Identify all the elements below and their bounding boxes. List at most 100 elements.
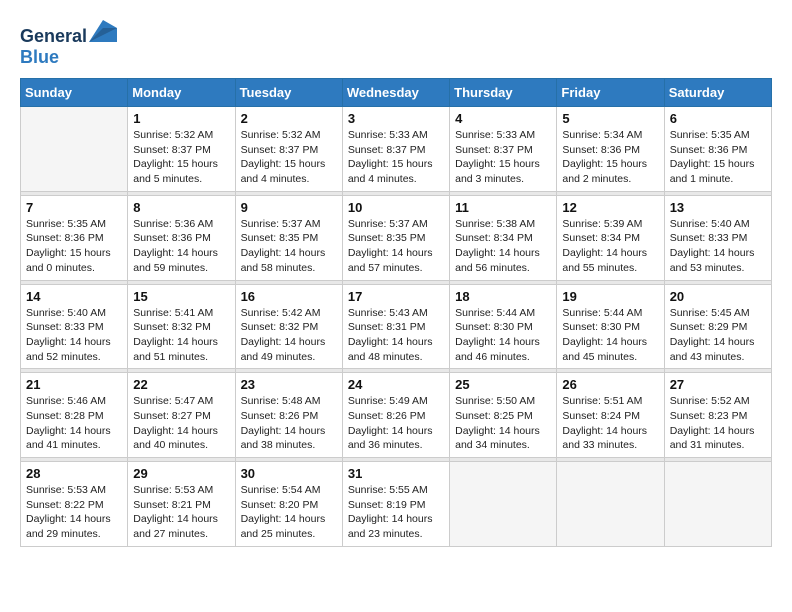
day-info: Sunrise: 5:49 AM Sunset: 8:26 PM Dayligh… (348, 394, 444, 453)
calendar-cell: 3 Sunrise: 5:33 AM Sunset: 8:37 PM Daylig… (342, 107, 449, 192)
day-info: Sunrise: 5:37 AM Sunset: 8:35 PM Dayligh… (241, 217, 337, 276)
day-number: 24 (348, 377, 444, 392)
day-number: 27 (670, 377, 766, 392)
day-number: 4 (455, 111, 551, 126)
col-header-tuesday: Tuesday (235, 79, 342, 107)
day-number: 18 (455, 289, 551, 304)
day-number: 7 (26, 200, 122, 215)
calendar-cell: 25 Sunrise: 5:50 AM Sunset: 8:25 PM Dayli… (450, 373, 557, 458)
day-info: Sunrise: 5:33 AM Sunset: 8:37 PM Dayligh… (455, 128, 551, 187)
col-header-friday: Friday (557, 79, 664, 107)
day-number: 22 (133, 377, 229, 392)
calendar-table: SundayMondayTuesdayWednesdayThursdayFrid… (20, 78, 772, 547)
calendar-week-row: 1 Sunrise: 5:32 AM Sunset: 8:37 PM Daylig… (21, 107, 772, 192)
day-info: Sunrise: 5:40 AM Sunset: 8:33 PM Dayligh… (26, 306, 122, 365)
day-info: Sunrise: 5:52 AM Sunset: 8:23 PM Dayligh… (670, 394, 766, 453)
day-info: Sunrise: 5:44 AM Sunset: 8:30 PM Dayligh… (455, 306, 551, 365)
calendar-cell: 27 Sunrise: 5:52 AM Sunset: 8:23 PM Dayli… (664, 373, 771, 458)
day-info: Sunrise: 5:44 AM Sunset: 8:30 PM Dayligh… (562, 306, 658, 365)
calendar-cell: 29 Sunrise: 5:53 AM Sunset: 8:21 PM Dayli… (128, 462, 235, 547)
day-info: Sunrise: 5:32 AM Sunset: 8:37 PM Dayligh… (133, 128, 229, 187)
logo-general: General (20, 26, 87, 46)
day-number: 8 (133, 200, 229, 215)
day-info: Sunrise: 5:36 AM Sunset: 8:36 PM Dayligh… (133, 217, 229, 276)
calendar-cell: 22 Sunrise: 5:47 AM Sunset: 8:27 PM Dayli… (128, 373, 235, 458)
calendar-cell: 9 Sunrise: 5:37 AM Sunset: 8:35 PM Daylig… (235, 195, 342, 280)
calendar-cell: 30 Sunrise: 5:54 AM Sunset: 8:20 PM Dayli… (235, 462, 342, 547)
day-info: Sunrise: 5:47 AM Sunset: 8:27 PM Dayligh… (133, 394, 229, 453)
calendar-cell (450, 462, 557, 547)
day-number: 26 (562, 377, 658, 392)
calendar-cell: 2Sunrise: 5:32 AM Sunset: 8:37 PM Daylig… (235, 107, 342, 192)
calendar-cell: 7 Sunrise: 5:35 AM Sunset: 8:36 PM Daylig… (21, 195, 128, 280)
day-number: 12 (562, 200, 658, 215)
day-number: 31 (348, 466, 444, 481)
calendar-cell: 6Sunrise: 5:35 AM Sunset: 8:36 PM Daylig… (664, 107, 771, 192)
day-info: Sunrise: 5:45 AM Sunset: 8:29 PM Dayligh… (670, 306, 766, 365)
day-number: 25 (455, 377, 551, 392)
col-header-sunday: Sunday (21, 79, 128, 107)
day-info: Sunrise: 5:48 AM Sunset: 8:26 PM Dayligh… (241, 394, 337, 453)
day-number: 17 (348, 289, 444, 304)
calendar-cell: 11 Sunrise: 5:38 AM Sunset: 8:34 PM Dayli… (450, 195, 557, 280)
day-info: Sunrise: 5:46 AM Sunset: 8:28 PM Dayligh… (26, 394, 122, 453)
calendar-cell (664, 462, 771, 547)
day-info: Sunrise: 5:34 AM Sunset: 8:36 PM Dayligh… (562, 128, 658, 187)
logo: General Blue (20, 20, 117, 68)
day-number: 29 (133, 466, 229, 481)
day-info: Sunrise: 5:55 AM Sunset: 8:19 PM Dayligh… (348, 483, 444, 542)
day-info: Sunrise: 5:42 AM Sunset: 8:32 PM Dayligh… (241, 306, 337, 365)
day-info: Sunrise: 5:54 AM Sunset: 8:20 PM Dayligh… (241, 483, 337, 542)
calendar-cell (21, 107, 128, 192)
calendar-cell: 10Sunrise: 5:37 AM Sunset: 8:35 PM Dayli… (342, 195, 449, 280)
calendar-header-row: SundayMondayTuesdayWednesdayThursdayFrid… (21, 79, 772, 107)
logo-text: General Blue (20, 20, 117, 68)
calendar-cell: 12 Sunrise: 5:39 AM Sunset: 8:34 PM Dayli… (557, 195, 664, 280)
calendar-week-row: 7 Sunrise: 5:35 AM Sunset: 8:36 PM Daylig… (21, 195, 772, 280)
day-number: 3 (348, 111, 444, 126)
day-number: 28 (26, 466, 122, 481)
calendar-cell: 19 Sunrise: 5:44 AM Sunset: 8:30 PM Dayli… (557, 284, 664, 369)
calendar-cell: 26 Sunrise: 5:51 AM Sunset: 8:24 PM Dayli… (557, 373, 664, 458)
calendar-week-row: 21 Sunrise: 5:46 AM Sunset: 8:28 PM Dayli… (21, 373, 772, 458)
day-info: Sunrise: 5:50 AM Sunset: 8:25 PM Dayligh… (455, 394, 551, 453)
logo-icon (89, 20, 117, 42)
col-header-monday: Monday (128, 79, 235, 107)
calendar-cell: 5 Sunrise: 5:34 AM Sunset: 8:36 PM Daylig… (557, 107, 664, 192)
day-info: Sunrise: 5:33 AM Sunset: 8:37 PM Dayligh… (348, 128, 444, 187)
day-info: Sunrise: 5:40 AM Sunset: 8:33 PM Dayligh… (670, 217, 766, 276)
day-number: 5 (562, 111, 658, 126)
day-number: 19 (562, 289, 658, 304)
calendar-cell: 18 Sunrise: 5:44 AM Sunset: 8:30 PM Dayli… (450, 284, 557, 369)
calendar-cell: 23Sunrise: 5:48 AM Sunset: 8:26 PM Dayli… (235, 373, 342, 458)
day-info: Sunrise: 5:51 AM Sunset: 8:24 PM Dayligh… (562, 394, 658, 453)
calendar-week-row: 28Sunrise: 5:53 AM Sunset: 8:22 PM Dayli… (21, 462, 772, 547)
day-number: 14 (26, 289, 122, 304)
day-number: 9 (241, 200, 337, 215)
col-header-thursday: Thursday (450, 79, 557, 107)
day-info: Sunrise: 5:41 AM Sunset: 8:32 PM Dayligh… (133, 306, 229, 365)
calendar-cell: 14 Sunrise: 5:40 AM Sunset: 8:33 PM Dayli… (21, 284, 128, 369)
logo-blue: Blue (20, 47, 59, 67)
day-info: Sunrise: 5:39 AM Sunset: 8:34 PM Dayligh… (562, 217, 658, 276)
day-number: 30 (241, 466, 337, 481)
calendar-cell: 28Sunrise: 5:53 AM Sunset: 8:22 PM Dayli… (21, 462, 128, 547)
day-number: 21 (26, 377, 122, 392)
day-number: 15 (133, 289, 229, 304)
calendar-week-row: 14 Sunrise: 5:40 AM Sunset: 8:33 PM Dayli… (21, 284, 772, 369)
calendar-cell: 15 Sunrise: 5:41 AM Sunset: 8:32 PM Dayli… (128, 284, 235, 369)
day-info: Sunrise: 5:38 AM Sunset: 8:34 PM Dayligh… (455, 217, 551, 276)
day-info: Sunrise: 5:53 AM Sunset: 8:21 PM Dayligh… (133, 483, 229, 542)
calendar-cell: 31 Sunrise: 5:55 AM Sunset: 8:19 PM Dayli… (342, 462, 449, 547)
calendar-cell: 4 Sunrise: 5:33 AM Sunset: 8:37 PM Daylig… (450, 107, 557, 192)
calendar-cell: 24 Sunrise: 5:49 AM Sunset: 8:26 PM Dayli… (342, 373, 449, 458)
day-number: 20 (670, 289, 766, 304)
day-info: Sunrise: 5:35 AM Sunset: 8:36 PM Dayligh… (26, 217, 122, 276)
day-number: 11 (455, 200, 551, 215)
calendar-cell: 20 Sunrise: 5:45 AM Sunset: 8:29 PM Dayli… (664, 284, 771, 369)
calendar-cell: 8 Sunrise: 5:36 AM Sunset: 8:36 PM Daylig… (128, 195, 235, 280)
day-number: 1 (133, 111, 229, 126)
calendar-cell (557, 462, 664, 547)
calendar-cell: 21 Sunrise: 5:46 AM Sunset: 8:28 PM Dayli… (21, 373, 128, 458)
header: General Blue (20, 20, 772, 68)
